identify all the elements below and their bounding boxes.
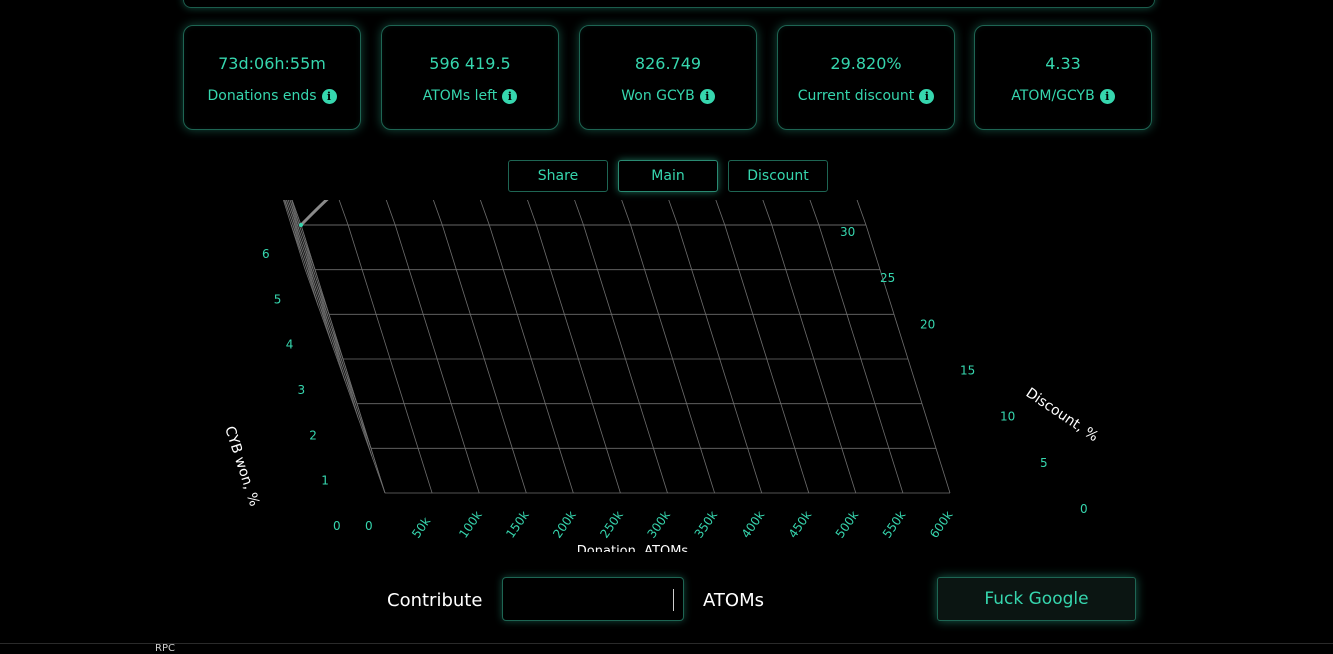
y-tick-label: 30 bbox=[840, 225, 855, 239]
grid-line bbox=[338, 200, 349, 226]
grid-line bbox=[385, 200, 396, 226]
x-tick-label: 200k bbox=[550, 508, 579, 541]
contribute-submit-button[interactable]: Fuck Google bbox=[937, 577, 1136, 621]
grid-line bbox=[527, 200, 537, 226]
chart-series bbox=[299, 200, 329, 227]
y-tick-label: 20 bbox=[920, 317, 935, 331]
x-tick-label: 350k bbox=[692, 508, 721, 541]
x-tick-label: 150k bbox=[503, 508, 532, 541]
y-tick-label: 10 bbox=[1000, 410, 1015, 424]
grid-line bbox=[762, 200, 773, 226]
grid-line bbox=[283, 200, 358, 404]
grid-line bbox=[715, 200, 726, 226]
x-tick-label: 250k bbox=[597, 508, 626, 541]
z-axis-title: CYB won, % bbox=[221, 424, 262, 508]
y-axis-title: Discount, % bbox=[1023, 385, 1101, 445]
z-tick-label: 4 bbox=[286, 338, 294, 352]
rpc-label: RPC bbox=[155, 643, 175, 654]
x-tick-label: 300k bbox=[644, 508, 673, 541]
z-tick-label: 3 bbox=[298, 383, 306, 397]
x-tick-label: 450k bbox=[786, 508, 815, 541]
grid-line bbox=[291, 200, 302, 226]
atoms-unit-label: ATOMs bbox=[703, 590, 764, 611]
grid-line bbox=[291, 200, 302, 226]
y-tick-label: 15 bbox=[960, 364, 975, 378]
grid-line bbox=[289, 200, 316, 270]
x-tick-label: 600k bbox=[927, 508, 956, 541]
x-tick-label: 100k bbox=[456, 508, 485, 541]
series-start-point bbox=[299, 223, 303, 227]
page: 73d:06h:55m Donations ends i 596 419.5 A… bbox=[0, 0, 1333, 654]
footer-divider bbox=[0, 643, 1333, 644]
x-tick-label: 50k bbox=[409, 514, 433, 540]
z-tick-label: 6 bbox=[262, 247, 270, 261]
y-tick-label: 0 bbox=[1080, 502, 1088, 516]
z-tick-label: 2 bbox=[309, 428, 317, 442]
grid-line bbox=[621, 200, 631, 226]
grid-line bbox=[290, 224, 372, 449]
chart-grid bbox=[282, 200, 951, 494]
grid-line bbox=[479, 200, 490, 226]
grid-line bbox=[574, 200, 584, 226]
x-tick-label: 0 bbox=[365, 519, 373, 533]
grid-line bbox=[668, 200, 679, 226]
x-tick-label: 500k bbox=[833, 508, 862, 541]
grid-line bbox=[809, 200, 820, 226]
x-axis-title: Donation, ATOMs bbox=[577, 544, 689, 559]
chart-3d[interactable]: 0 50k 100k 150k 200k 250k 300k 350k 400k 450k 500k… bbox=[0, 0, 1333, 654]
text-caret bbox=[673, 589, 674, 611]
y-tick-label: 5 bbox=[1040, 456, 1048, 470]
contribute-amount-input[interactable] bbox=[502, 577, 684, 621]
grid-line bbox=[285, 200, 344, 360]
grid-line bbox=[856, 200, 867, 226]
z-tick-label: 1 bbox=[321, 474, 329, 488]
x-tick-label: 400k bbox=[739, 508, 768, 541]
grid-line bbox=[304, 268, 386, 494]
z-tick-label: 5 bbox=[274, 292, 282, 306]
grid-line bbox=[287, 200, 330, 315]
y-tick-label: 25 bbox=[880, 271, 895, 285]
grid-line bbox=[432, 200, 443, 226]
z-tick-label: 0 bbox=[333, 519, 341, 533]
x-tick-label: 550k bbox=[880, 508, 909, 541]
contribute-label: Contribute bbox=[387, 590, 483, 611]
series-line bbox=[299, 200, 329, 227]
